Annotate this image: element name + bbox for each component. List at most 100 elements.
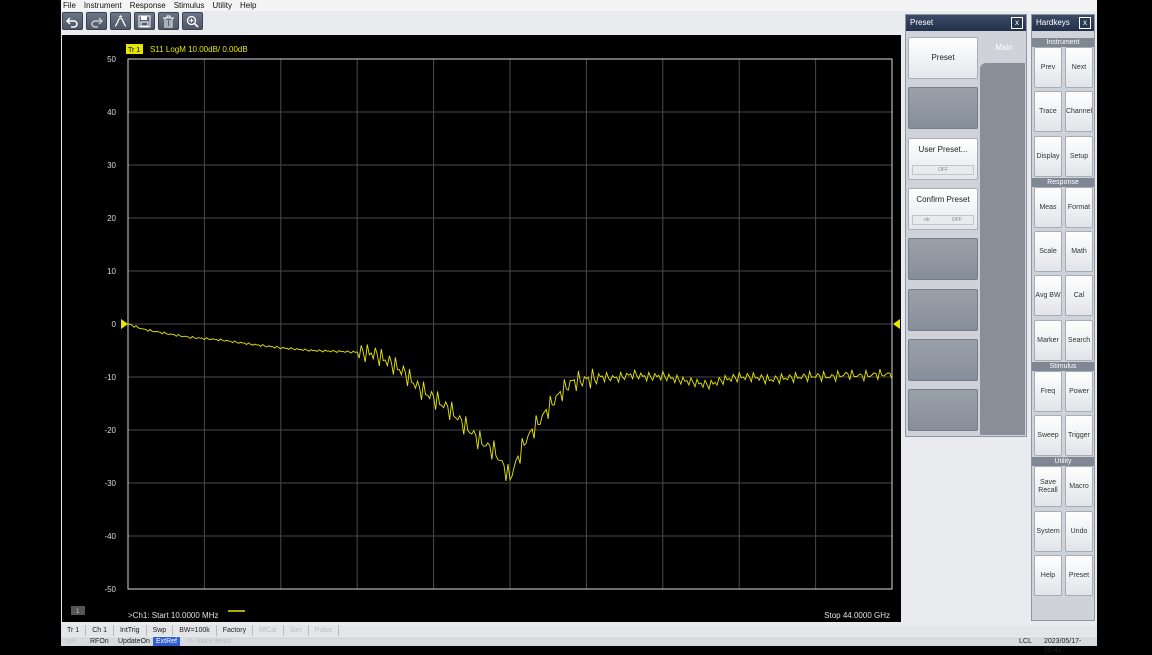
menu-instrument[interactable]: Instrument: [84, 0, 122, 11]
status-updateon: UpdateOn: [118, 638, 150, 645]
menu-help[interactable]: Help: [240, 0, 256, 11]
hardkey-system[interactable]: System: [1034, 511, 1062, 552]
trace-chart: 50 40 30 20 10 0 -10 -20 -30 -40 -50 Tr 1 S11 LogM 1…: [71, 44, 900, 620]
toolbar: [61, 12, 203, 32]
y-tick-label: -50: [104, 585, 116, 594]
hardkey-avg-bw[interactable]: Avg BW: [1034, 275, 1062, 316]
hardkey-scale[interactable]: Scale: [1034, 231, 1062, 272]
reference-marker-left: [121, 319, 128, 329]
save-icon: [138, 15, 151, 27]
hardkey-save-recall[interactable]: Save Recall: [1034, 466, 1062, 507]
hardkey-next[interactable]: Next: [1065, 47, 1093, 88]
preset-softkey-panel: Preset x Main Preset User Preset... OFF Con…: [905, 14, 1027, 437]
y-tick-label: -30: [104, 479, 116, 488]
trace-display[interactable]: 50 40 30 20 10 0 -10 -20 -30 -40 -50 Tr 1 S11 LogM 1…: [62, 35, 901, 622]
hardkey-display[interactable]: Display: [1034, 136, 1062, 177]
undo-button[interactable]: [62, 12, 83, 30]
menu-file[interactable]: File: [63, 0, 76, 11]
hardkey-trace[interactable]: Trace: [1034, 91, 1062, 132]
softkey-empty[interactable]: [908, 389, 978, 431]
preset-tab-strip: [980, 63, 1025, 435]
softkey-toggle[interactable]: OFF: [912, 165, 974, 175]
status-ch-1[interactable]: Ch 1: [86, 625, 114, 636]
hardkey-macro[interactable]: Macro: [1065, 466, 1093, 507]
status-set: set: [66, 638, 76, 645]
preset-panel-title-text: Preset: [910, 18, 934, 27]
status-factory[interactable]: Factory: [217, 625, 254, 636]
start-frequency-label: >Ch1: Start 10.0000 MHz: [128, 611, 219, 620]
close-icon[interactable]: x: [1079, 17, 1091, 29]
softkey-preset[interactable]: Preset: [908, 37, 978, 79]
close-icon[interactable]: x: [1011, 17, 1023, 29]
status-tr-1[interactable]: Tr 1: [61, 625, 87, 636]
status-rfon: RFOn: [90, 638, 109, 645]
trash-icon: [163, 15, 174, 27]
zoom-icon: [186, 15, 199, 28]
menu-response[interactable]: Response: [130, 0, 166, 11]
softkey-toggle[interactable]: ok OFF: [912, 215, 974, 225]
hardkey-meas[interactable]: Meas: [1034, 187, 1062, 228]
hardkeys-panel-title: Hardkeys x: [1032, 15, 1094, 31]
status-bar-channel: Tr 1 Ch 1 IntTrig Swp BW=100k Factory RfCal Sim…: [61, 625, 1097, 636]
hardkey-prev[interactable]: Prev: [1034, 47, 1062, 88]
status-bar-system: set RFOn UpdateOn ExtRef <- more items LCL 202…: [61, 637, 1097, 654]
softkey-user-preset[interactable]: User Preset... OFF: [908, 138, 978, 180]
status-swp[interactable]: Swp: [147, 625, 174, 636]
status--more-items: <- more items: [188, 638, 231, 645]
softkey-label: User Preset...: [918, 145, 968, 154]
y-tick-label: -20: [104, 426, 116, 435]
status-rfcal[interactable]: RfCal: [253, 625, 284, 636]
status-sim[interactable]: Sim: [284, 625, 309, 636]
toggle-option: OFF: [938, 167, 948, 173]
marker-icon: [114, 14, 127, 27]
hardkey-power[interactable]: Power: [1065, 371, 1093, 412]
toggle-option: ok: [924, 217, 930, 223]
hardkey-help[interactable]: Help: [1034, 555, 1062, 596]
menu-stimulus[interactable]: Stimulus: [174, 0, 205, 11]
stop-frequency-label: Stop 44.0000 GHz: [824, 611, 890, 620]
menu-utility[interactable]: Utility: [212, 0, 232, 11]
status-bw-100k[interactable]: BW=100k: [173, 625, 217, 636]
undo-icon: [66, 16, 78, 28]
trash-button[interactable]: [158, 12, 179, 30]
marker-button[interactable]: [110, 12, 131, 30]
hardkey-math[interactable]: Math: [1065, 231, 1093, 272]
zoom-button[interactable]: [182, 12, 203, 30]
menu-bar: File Instrument Response Stimulus Utility Hel…: [61, 0, 1097, 11]
save-button[interactable]: [134, 12, 155, 30]
softkey-empty[interactable]: [908, 238, 978, 280]
hardkey-trigger[interactable]: Trigger: [1065, 415, 1093, 456]
softkey-empty[interactable]: [908, 289, 978, 331]
status-extref: ExtRef: [153, 637, 181, 646]
softkey-empty[interactable]: [908, 339, 978, 381]
y-tick-label: 20: [107, 214, 116, 223]
y-tick-label: 10: [107, 267, 116, 276]
softkey-confirm-preset[interactable]: Confirm Preset ok OFF: [908, 188, 978, 230]
hardkey-format[interactable]: Format: [1065, 187, 1093, 228]
status-pulse[interactable]: Pulse: [309, 625, 340, 636]
softkey-empty[interactable]: [908, 87, 978, 129]
softkey-label: Preset: [931, 53, 955, 62]
vna-application-window: File Instrument Response Stimulus Utility Hel…: [61, 0, 1097, 654]
hardkey-marker[interactable]: Marker: [1034, 320, 1062, 361]
hardkey-undo[interactable]: Undo: [1065, 511, 1093, 552]
preset-panel-title: Preset x: [906, 15, 1026, 31]
section-instrument: Instrument: [1032, 38, 1094, 47]
status-lcl: LCL: [1019, 638, 1032, 645]
y-tick-label: 0: [112, 320, 117, 329]
hardkey-search[interactable]: Search: [1065, 320, 1093, 361]
hardkey-setup[interactable]: Setup: [1065, 136, 1093, 177]
hardkey-channel[interactable]: Channel: [1065, 91, 1093, 132]
hardkeys-panel-title-text: Hardkeys: [1036, 18, 1070, 27]
hardkey-sweep[interactable]: Sweep: [1034, 415, 1062, 456]
hardkey-preset[interactable]: Preset: [1065, 555, 1093, 596]
status-inttrig[interactable]: IntTrig: [114, 625, 147, 636]
redo-button[interactable]: [86, 12, 107, 30]
y-tick-label: 30: [107, 161, 116, 170]
tab-main[interactable]: Main: [982, 43, 1026, 52]
softkey-label: Confirm Preset: [916, 195, 970, 204]
hardkey-freq[interactable]: Freq: [1034, 371, 1062, 412]
trace-badge: Tr 1: [128, 47, 140, 54]
redo-icon: [91, 16, 103, 28]
hardkey-cal[interactable]: Cal: [1065, 275, 1093, 316]
